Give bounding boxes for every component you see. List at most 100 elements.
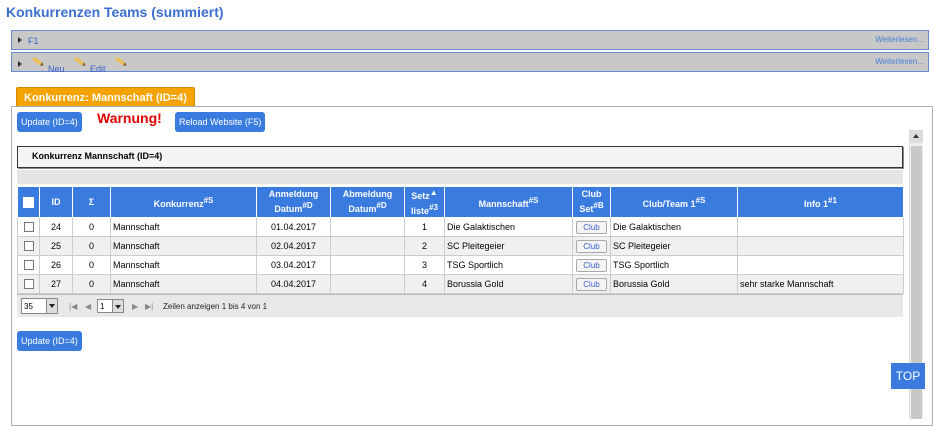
page-number-value: 1 (100, 302, 105, 311)
col-header-suffix: #D (376, 201, 387, 210)
cell-setzliste: 4 (404, 274, 445, 294)
row-checkbox[interactable] (23, 241, 34, 252)
page-title: Konkurrenzen Teams (summiert) (6, 4, 224, 20)
cell-mannschaft: Borussia Gold (444, 274, 573, 294)
cell-abmeldung (330, 236, 405, 256)
sort-asc-icon: ▲ (429, 188, 438, 197)
club-button[interactable]: Club (576, 220, 607, 234)
scroll-up-icon[interactable] (910, 130, 923, 143)
col-header-setzliste[interactable]: Setz▲ liste#3 (404, 186, 445, 218)
update-button[interactable]: Update (ID=4) (17, 112, 82, 132)
col-header-konkurrenz[interactable]: Konkurrenz#S (110, 186, 257, 218)
col-header-club-team[interactable]: Club/Team 1#S (610, 186, 738, 218)
new-link[interactable]: Neu (48, 64, 65, 74)
grid-table: ID Σ Konkurrenz#S Anmeldung Datum#D Abmel… (17, 186, 904, 294)
row-select-cell[interactable] (17, 217, 40, 237)
f1-section-bar[interactable]: F1 Weiterlesen... (11, 30, 929, 50)
back-to-top-button[interactable]: TOP (891, 363, 925, 389)
row-checkbox[interactable] (23, 222, 34, 233)
cell-info: sehr starke Mannschaft (737, 274, 904, 294)
table-row[interactable]: 26 0 Mannschaft 03.04.2017 3 TSG Sportli… (17, 255, 904, 275)
cell-mannschaft: Die Galaktischen (444, 217, 573, 237)
col-header-sigma[interactable]: Σ (72, 186, 111, 218)
next-page-icon[interactable]: ▶ (132, 302, 138, 311)
chevron-down-icon[interactable] (46, 299, 57, 313)
cell-id: 26 (39, 255, 73, 275)
read-more-link[interactable]: Weiterlesen... (875, 57, 924, 66)
page-size-select[interactable]: 35 (21, 298, 58, 314)
expand-arrow-icon[interactable] (18, 61, 22, 67)
col-header-mannschaft[interactable]: Mannschaft#S (444, 186, 573, 218)
cell-info (737, 217, 904, 237)
col-header-label: Setz (411, 191, 430, 201)
read-more-link[interactable]: Weiterlesen... (875, 35, 924, 44)
row-select-cell[interactable] (17, 274, 40, 294)
reload-website-button[interactable]: Reload Website (F5) (175, 112, 266, 132)
club-button[interactable]: Club (576, 239, 607, 253)
cell-anmeldung: 01.04.2017 (256, 217, 331, 237)
update-button-bottom[interactable]: Update (ID=4) (17, 331, 82, 351)
col-header-label: liste (411, 206, 430, 216)
select-all-checkbox[interactable] (23, 196, 34, 208)
prev-page-icon[interactable]: ◀ (85, 302, 91, 311)
cell-club-team: TSG Sportlich (610, 255, 738, 275)
cell-id: 27 (39, 274, 73, 294)
grid-pager: 35 |◀ ◀ 1 ▶ ▶| Zeilen anzeigen 1 bis 4 v… (17, 294, 903, 317)
col-header-label: Datum (274, 204, 303, 214)
col-header-info[interactable]: Info 1#1 (737, 186, 904, 218)
cell-id: 24 (39, 217, 73, 237)
row-select-cell[interactable] (17, 236, 40, 256)
col-header-label: Club/Team 1 (642, 198, 696, 209)
table-row[interactable]: 25 0 Mannschaft 02.04.2017 2 SC Pleitege… (17, 236, 904, 256)
cell-info (737, 236, 904, 256)
row-select-cell[interactable] (17, 255, 40, 275)
cell-club-set: Club (572, 274, 611, 294)
last-page-icon[interactable]: ▶| (145, 302, 153, 311)
expand-arrow-icon[interactable] (18, 37, 22, 43)
grid-caption: Konkurrenz Mannschaft (ID=4) (17, 146, 903, 168)
pencil-icon[interactable] (31, 56, 43, 66)
pencil-icon[interactable] (73, 56, 85, 66)
cell-sigma: 0 (72, 255, 111, 275)
col-header-suffix: #S (695, 195, 706, 205)
col-header-club-set[interactable]: Club Set#B (572, 186, 611, 218)
table-row[interactable]: 24 0 Mannschaft 01.04.2017 1 Die Galakti… (17, 217, 904, 237)
select-all-header[interactable] (17, 186, 40, 218)
actions-section-bar[interactable]: Neu Edit Weiterlesen... (11, 52, 929, 74)
table-row[interactable]: 27 0 Mannschaft 04.04.2017 4 Borussia Go… (17, 274, 904, 294)
col-header-suffix: #S (528, 195, 539, 205)
col-header-anmeldung[interactable]: Anmeldung Datum#D (256, 186, 331, 218)
f1-link[interactable]: F1 (28, 36, 39, 46)
pencil-icon[interactable] (114, 56, 126, 66)
cell-club-set: Club (572, 255, 611, 275)
cell-abmeldung (330, 255, 405, 275)
cell-club-team: Die Galaktischen (610, 217, 738, 237)
cell-setzliste: 2 (404, 236, 445, 256)
row-checkbox[interactable] (23, 260, 34, 271)
warning-label: Warnung! (97, 110, 162, 126)
cell-konkurrenz: Mannschaft (110, 217, 257, 237)
club-button[interactable]: Club (576, 277, 607, 291)
cell-mannschaft: TSG Sportlich (444, 255, 573, 275)
col-header-suffix: #3 (429, 203, 438, 212)
cell-sigma: 0 (72, 236, 111, 256)
col-header-suffix: #B (593, 201, 604, 210)
cell-sigma: 0 (72, 274, 111, 294)
col-header-id[interactable]: ID (39, 186, 73, 218)
col-header-suffix: #D (302, 201, 313, 210)
col-header-label: Konkurrenz (153, 198, 204, 209)
cell-abmeldung (330, 217, 405, 237)
club-button[interactable]: Club (576, 258, 607, 272)
cell-konkurrenz: Mannschaft (110, 255, 257, 275)
col-header-abmeldung[interactable]: Abmeldung Datum#D (330, 186, 405, 218)
tab-konkurrenz-mannschaft[interactable]: Konkurrenz: Mannschaft (ID=4) (16, 87, 195, 107)
first-page-icon[interactable]: |◀ (69, 302, 77, 311)
cell-anmeldung: 04.04.2017 (256, 274, 331, 294)
edit-link[interactable]: Edit (90, 64, 106, 74)
cell-konkurrenz: Mannschaft (110, 236, 257, 256)
grid-filter-strip (17, 170, 903, 184)
chevron-down-icon[interactable] (112, 300, 123, 312)
page-select[interactable]: 1 (97, 299, 124, 313)
page-size-value: 35 (24, 302, 33, 311)
row-checkbox[interactable] (23, 279, 34, 290)
